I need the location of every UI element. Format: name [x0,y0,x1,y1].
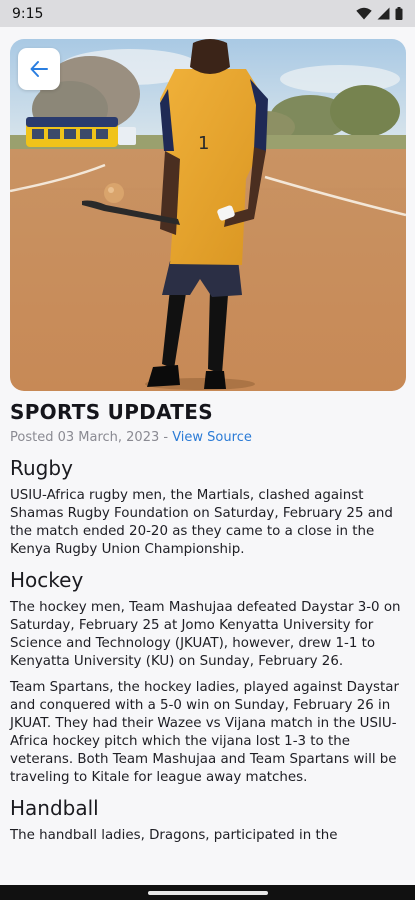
back-button[interactable] [18,48,60,90]
paragraph: The handball ladies, Dragons, participat… [10,828,338,843]
posted-date: Posted 03 March, 2023 - [10,430,173,445]
article-title: SPORTS UPDATES [10,400,213,424]
paragraph: Team Spartans, the hockey ladies, played… [10,680,399,785]
status-time: 9:15 [12,5,44,22]
signal-icon [377,7,390,20]
article: SPORTS UPDATES Posted 03 March, 2023 - V… [10,399,407,853]
article-meta: Posted 03 March, 2023 - View Source [10,429,407,447]
section-heading-rugby: Rugby [10,456,73,480]
arrow-left-icon [30,61,48,77]
section-heading-handball: Handball [10,796,99,820]
hero-image: 1 [10,39,406,391]
paragraph: The hockey men, Team Mashujaa defeated D… [10,600,401,669]
wifi-icon [356,7,372,20]
home-gesture-handle[interactable] [147,890,268,895]
hockey-player-photo: 1 [10,39,406,391]
view-source-link[interactable]: View Source [172,430,252,445]
paragraph: USIU-Africa rugby men, the Martials, cla… [10,488,393,557]
status-icons [356,7,403,20]
content-scroll-area[interactable]: 1 SPORTS UPDATES Posted 03 March, 2023 -… [0,27,415,885]
jersey-number: 1 [198,133,209,154]
navigation-bar [0,885,415,900]
status-bar: 9:15 [0,0,415,27]
section-heading-hockey: Hockey [10,568,84,592]
battery-icon [395,7,403,20]
